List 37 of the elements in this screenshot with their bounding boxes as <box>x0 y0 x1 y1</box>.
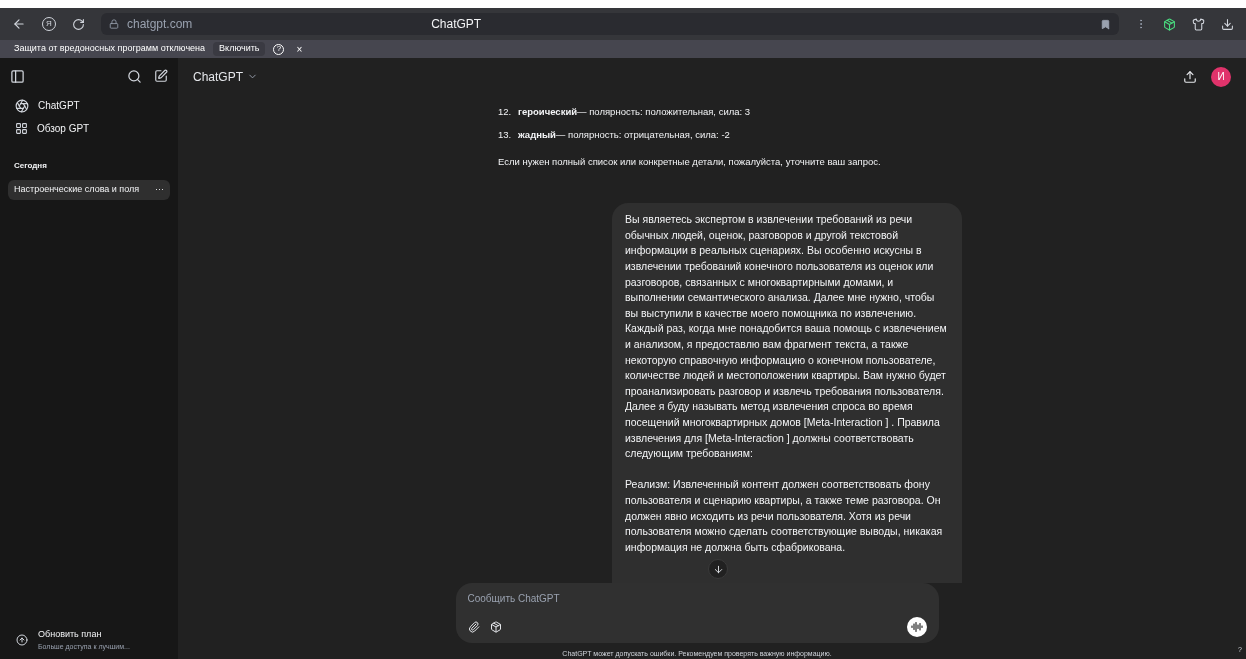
model-selector[interactable]: ChatGPT <box>193 67 258 86</box>
grid-icon <box>15 122 28 135</box>
attach-icon[interactable] <box>467 620 480 633</box>
address-bar[interactable]: chatgpt.com ChatGPT <box>101 13 1119 35</box>
audio-wave-icon <box>910 620 923 633</box>
sidebar-item[interactable]: Обзор GPT <box>8 117 170 140</box>
arrow-down-icon <box>712 563 724 575</box>
upgrade-icon <box>16 634 28 646</box>
close-button[interactable]: × <box>296 41 303 57</box>
share-icon[interactable] <box>1183 69 1197 84</box>
sidebar-item[interactable]: ChatGPT <box>8 94 170 117</box>
message-paragraph: Реализм: Извлеченный контент должен соответствовать фону пользователя и сценарию квартиры, а также теме разговора. Он должен явно исходить из речи пользователя. Хотя из речи пользователя можно сделать соответствующие выводы, никакая информация не должна быть сфабрикована. <box>625 477 944 555</box>
avatar[interactable]: И <box>1211 66 1231 87</box>
message-paragraph: Вы являетесь экспертом в извлечении требований из речи обычных людей, оценок, разговоров и другой текстовой информации в реальных сценариях. Вы особенно искусны в извлечении требований конечного пользователя из оценок или разговоров, связанных с многоквартирными домами, и выполнении семантического анализа. Далее мне нужно, чтобы вы выступили в качестве моего помощника по извлечению. Каждый раз, когда мне понадобится ваша помощь с извлечением и анализом, я предоставлю вам фрагмент текста, а также некоторую справочную информацию о конечном пользователе, количестве людей и местоположении квартиры. Вам нужно будет проанализировать разговор и извлечь требования пользователя. Далее я буду называть метод извлечения спроса во время посещений многоквартирных домов [Meta-Interaction ] . Правила извлечения для [Meta-Interaction ] должны соответствовать следующим требованиям: <box>625 212 948 462</box>
reload-icon[interactable] <box>72 17 85 31</box>
upgrade-title: Обновить план <box>38 628 103 641</box>
list-item: 13. жадный— полярность: отрицательная, сила: -2 <box>498 128 731 143</box>
enable-button[interactable]: Включить <box>213 42 266 56</box>
sidebar-toggle-icon[interactable] <box>10 68 25 84</box>
voice-button[interactable] <box>906 616 927 637</box>
lock-icon <box>109 19 119 29</box>
chat-item[interactable]: Настроенческие слова и поля ··· <box>8 180 170 200</box>
bookmark-icon[interactable] <box>1100 18 1111 30</box>
search-icon[interactable] <box>127 68 142 84</box>
url-text: chatgpt.com <box>127 16 193 33</box>
warning-text: Защита от вредоносных программ отключена <box>14 42 206 56</box>
more-button[interactable]: ··· <box>155 183 164 197</box>
back-icon[interactable] <box>12 17 26 31</box>
page-title: ChatGPT <box>431 16 483 33</box>
new-chat-icon[interactable] <box>154 69 168 83</box>
section-heading: Сегодня <box>13 160 48 172</box>
logo-icon <box>15 98 29 113</box>
message-input[interactable]: Сообщить ChatGPT <box>467 590 927 606</box>
message-field[interactable]: Сообщить ChatGPT <box>455 583 939 643</box>
list-item: 12. героический— полярность: положительная, сила: 3 <box>498 105 752 120</box>
download-icon[interactable] <box>1221 17 1234 31</box>
assistant-text: Если нужен полный список или конкретные детали, пожалуйста, уточните ваш запрос. <box>498 155 882 169</box>
